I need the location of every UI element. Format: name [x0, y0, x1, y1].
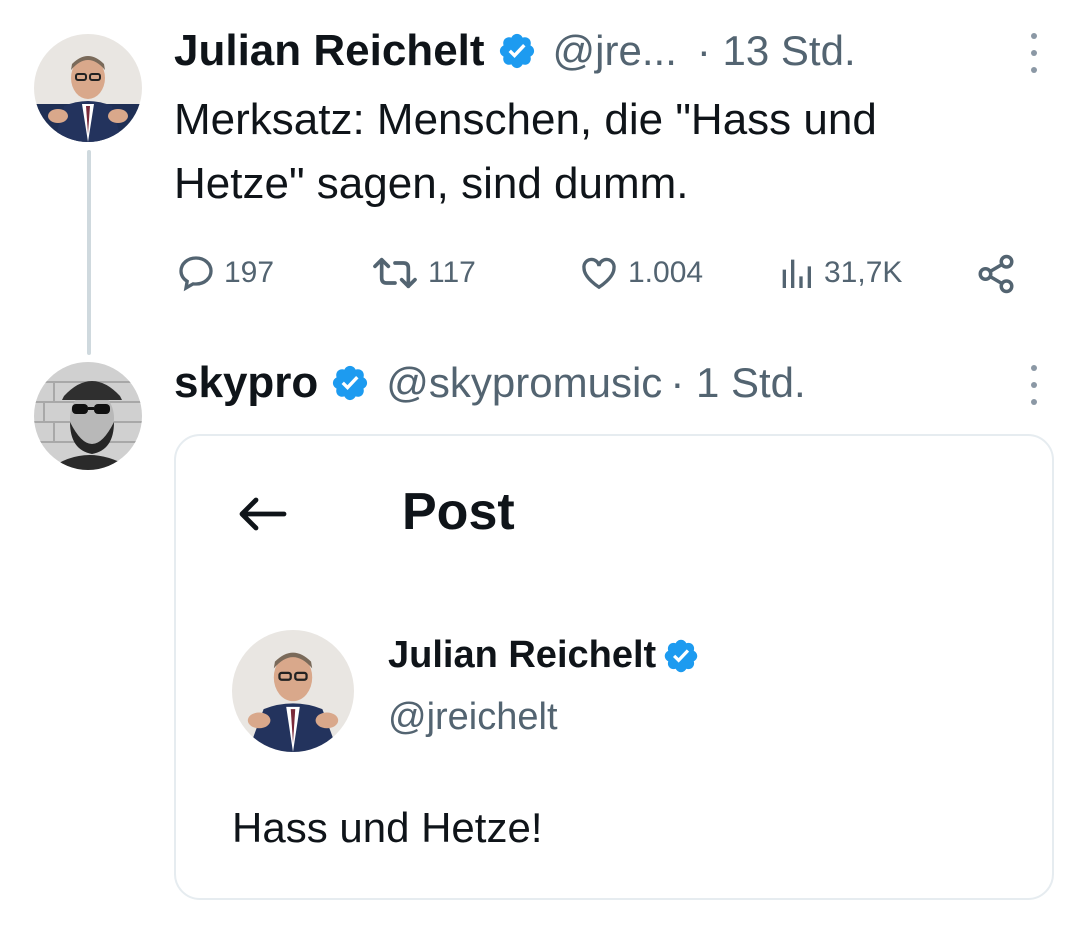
views-count: 31,7K: [824, 256, 903, 289]
embed-avatar-julian-reichelt: [232, 630, 354, 752]
like-icon: [582, 257, 616, 290]
embed-post-text: Hass und Hetze!: [232, 804, 543, 851]
like-count: 1.004: [628, 256, 704, 289]
avatar-julian-reichelt[interactable]: [34, 34, 142, 142]
thread-connector-line: [87, 150, 91, 355]
more-options-icon[interactable]: [1027, 33, 1041, 73]
repost-button[interactable]: 117: [370, 253, 476, 293]
back-arrow-icon: [239, 497, 287, 531]
reply-icon: [179, 256, 213, 292]
tweet-text-line-1: Merksatz: Menschen, die "Hass und: [174, 95, 877, 144]
views-icon: [782, 259, 811, 288]
post-header-title: Post: [402, 483, 515, 541]
avatar-skypro[interactable]: [34, 362, 142, 470]
tweet-text-line-2: Hetze" sagen, sind dumm.: [174, 159, 689, 208]
tweet-header-2: skypro @skypromusic · 1 Std.: [174, 358, 806, 408]
verified-badge-icon: [664, 639, 698, 672]
post-time-2[interactable]: · 1 Std.: [670, 358, 805, 408]
tweet-text: Merksatz: Menschen, die "Hass und Hetze"…: [174, 88, 1044, 216]
verified-badge-icon: [499, 33, 534, 69]
more-options-icon[interactable]: [1027, 365, 1041, 405]
embed-author-row: Julian Reichelt: [388, 634, 700, 677]
embed-author-handle: @jreichelt: [388, 696, 558, 738]
repost-count: 117: [428, 256, 476, 289]
author-handle-2[interactable]: @skypromusic: [386, 358, 662, 408]
author-handle[interactable]: @jre...: [553, 26, 677, 76]
embed-author-name: Julian Reichelt: [388, 634, 657, 676]
views-button[interactable]: 31,7K: [776, 253, 902, 293]
repost-icon: [373, 257, 417, 289]
author-name[interactable]: Julian Reichelt: [174, 26, 485, 76]
share-icon: [978, 254, 1014, 294]
like-button[interactable]: 1.004: [578, 253, 703, 293]
share-button[interactable]: [974, 253, 1026, 295]
tweet-header: Julian Reichelt @jre... · 13 Std.: [174, 26, 856, 76]
reply-button[interactable]: 197: [176, 253, 274, 293]
embedded-image-card[interactable]: Post Julian Reichelt @jreichelt Hass und…: [174, 434, 1054, 900]
verified-badge-icon: [333, 365, 368, 401]
post-time[interactable]: · 13 Std.: [697, 26, 856, 76]
reply-count: 197: [224, 256, 275, 289]
author-name-2[interactable]: skypro: [174, 358, 318, 408]
